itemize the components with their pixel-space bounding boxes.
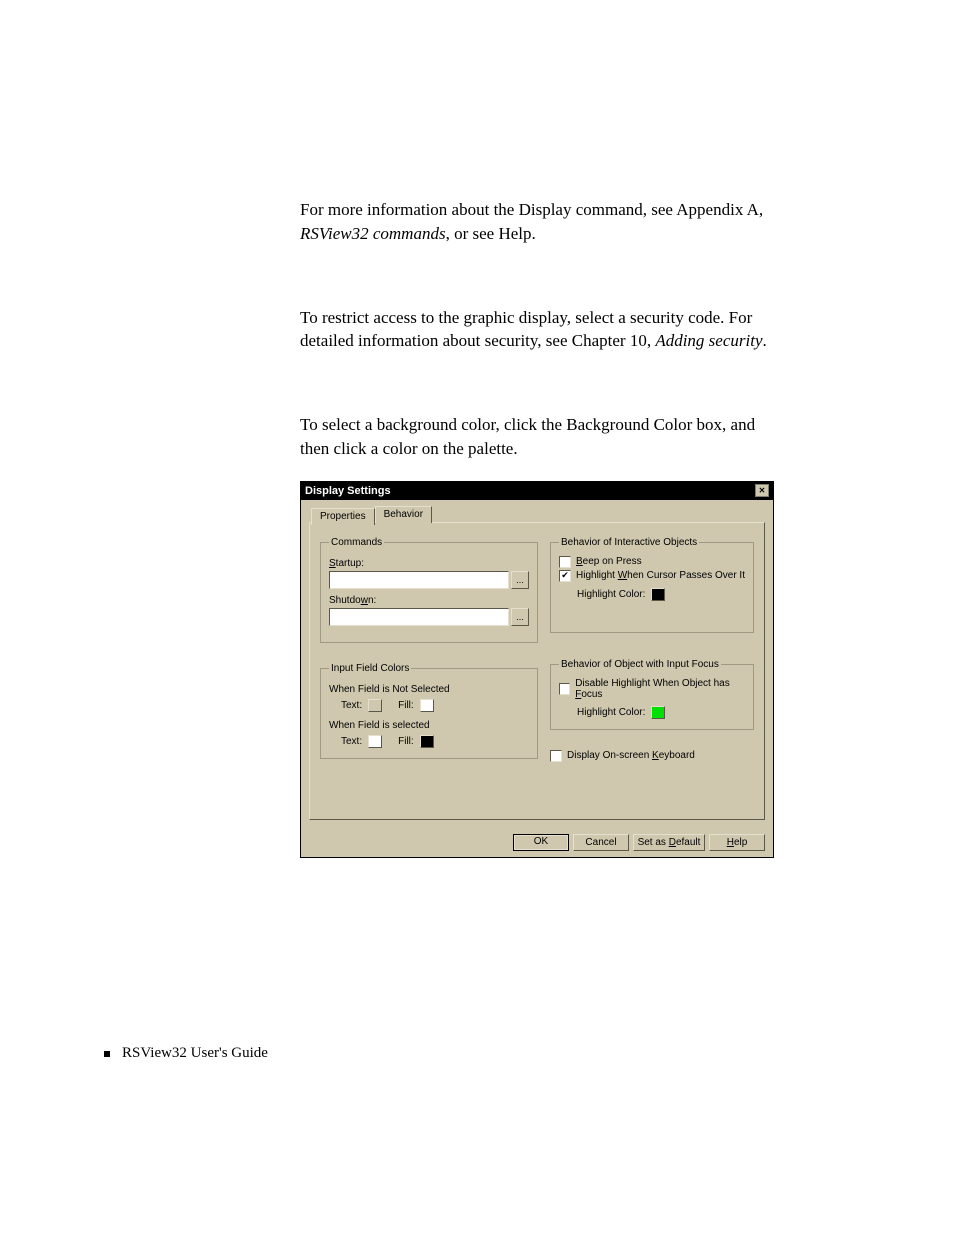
highlight-hover-checkbox[interactable]: ✔ (559, 570, 571, 582)
help-button[interactable]: Help (709, 834, 765, 851)
fill-label: Fill: (398, 700, 414, 711)
input-focus-group: Behavior of Object with Input Focus Disa… (550, 659, 754, 730)
onscreen-keyboard-label: Display On-screen Keyboard (567, 750, 695, 761)
cancel-button[interactable]: Cancel (573, 834, 629, 851)
focus-highlight-swatch[interactable] (651, 706, 665, 719)
disable-highlight-label: Disable Highlight When Object has Focus (575, 678, 745, 700)
focus-legend: Behavior of Object with Input Focus (559, 659, 721, 670)
startup-input[interactable] (329, 571, 509, 589)
bullet-icon (104, 1051, 110, 1057)
ns-text-swatch[interactable] (368, 699, 382, 712)
beep-checkbox[interactable] (559, 556, 571, 568)
close-icon: ✕ (759, 486, 766, 495)
interactive-legend: Behavior of Interactive Objects (559, 537, 699, 548)
paragraph-background-color: To select a background color, click the … (300, 413, 780, 461)
commands-legend: Commands (329, 537, 384, 548)
interactive-objects-group: Behavior of Interactive Objects Beep on … (550, 537, 754, 633)
tab-behavior[interactable]: Behavior (375, 506, 432, 523)
display-settings-dialog: Display Settings ✕ Properties Behavior C… (300, 481, 774, 858)
input-colors-legend: Input Field Colors (329, 663, 411, 674)
commands-group: Commands Startup: ... Shutdown: ... (320, 537, 538, 643)
paragraph-display-command: For more information about the Display c… (300, 198, 780, 246)
shutdown-label: Shutdown: (329, 595, 529, 606)
ok-button[interactable]: OK (513, 834, 569, 851)
close-button[interactable]: ✕ (755, 484, 769, 497)
ns-fill-swatch[interactable] (420, 699, 434, 712)
not-selected-label: When Field is Not Selected (329, 684, 529, 695)
tab-properties[interactable]: Properties (311, 508, 375, 525)
disable-highlight-checkbox[interactable] (559, 683, 570, 695)
highlight-hover-label: Highlight When Cursor Passes Over It (576, 570, 745, 581)
beep-label: Beep on Press (576, 556, 642, 567)
selected-label: When Field is selected (329, 720, 529, 731)
focus-highlight-color-label: Highlight Color: (577, 707, 645, 718)
s-text-swatch[interactable] (368, 735, 382, 748)
footer-text: RSView32 User's Guide (122, 1045, 268, 1062)
input-field-colors-group: Input Field Colors When Field is Not Sel… (320, 663, 538, 759)
shutdown-input[interactable] (329, 608, 509, 626)
set-as-default-button[interactable]: Set as Default (633, 834, 705, 851)
text-label-2: Text: (341, 736, 362, 747)
fill-label-2: Fill: (398, 736, 414, 747)
text-label: Text: (341, 700, 362, 711)
s-fill-swatch[interactable] (420, 735, 434, 748)
onscreen-keyboard-checkbox[interactable] (550, 750, 562, 762)
dialog-title: Display Settings (305, 485, 391, 497)
startup-browse-button[interactable]: ... (511, 571, 529, 589)
shutdown-browse-button[interactable]: ... (511, 608, 529, 626)
dialog-titlebar: Display Settings ✕ (301, 482, 773, 500)
page-footer: RSView32 User's Guide (104, 1045, 268, 1062)
paragraph-security: To restrict access to the graphic displa… (300, 306, 780, 354)
highlight-color-label: Highlight Color: (577, 589, 645, 600)
interactive-highlight-swatch[interactable] (651, 588, 665, 601)
startup-label: Startup: (329, 558, 529, 569)
